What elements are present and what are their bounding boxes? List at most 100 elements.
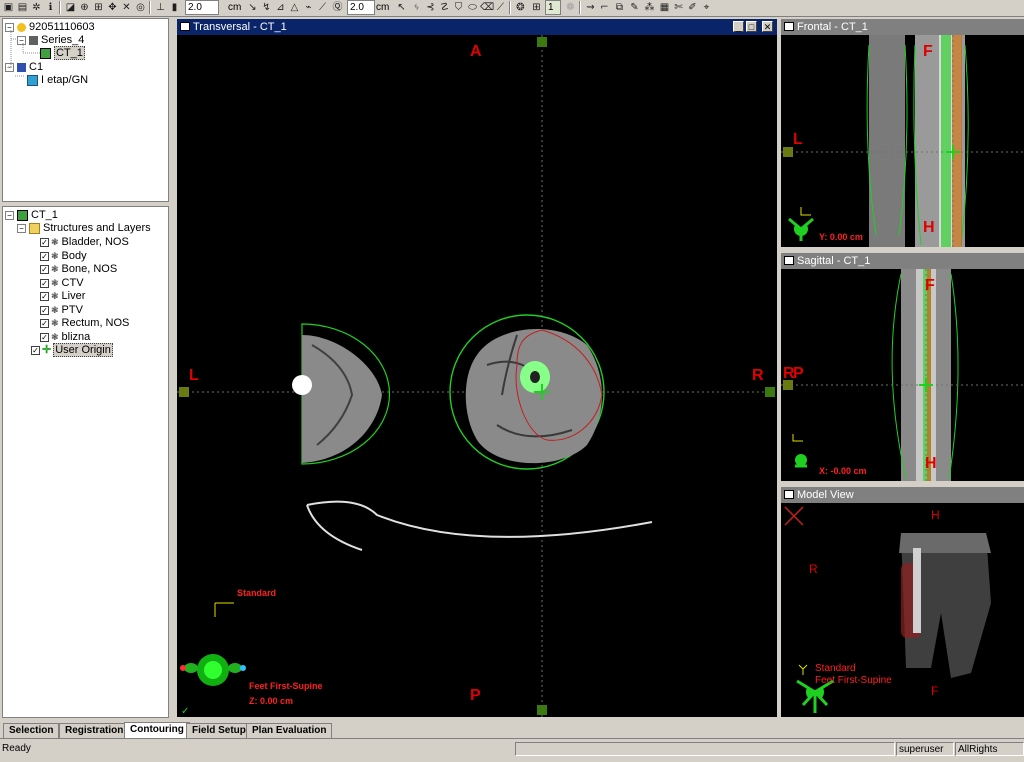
angle-icon[interactable]: ↯	[260, 1, 273, 14]
visibility-checkbox[interactable]: ✓	[40, 292, 49, 301]
model-view-titlebar[interactable]: Model View	[781, 487, 1024, 503]
pen-icon[interactable]: ☡	[438, 1, 451, 14]
tab-plan-evaluation[interactable]: Plan Evaluation	[246, 723, 333, 738]
info-icon[interactable]: ℹ	[44, 1, 57, 14]
crosshair-handle-bottom[interactable]	[537, 705, 547, 715]
tab-registration[interactable]: Registration	[59, 723, 130, 738]
lasso-icon[interactable]: ⬭	[466, 1, 479, 14]
brush-icon[interactable]: ⊰	[424, 1, 437, 14]
save-icon[interactable]: ▣	[2, 1, 15, 14]
visibility-checkbox[interactable]: ✓	[40, 238, 49, 247]
maximize-button[interactable]: □	[746, 21, 757, 32]
frontal-image	[781, 35, 1024, 247]
status-rights: AllRights	[955, 742, 1024, 756]
anterior-label: A	[470, 43, 482, 60]
visibility-checkbox[interactable]: ✓	[40, 319, 49, 328]
tree-lines	[7, 30, 40, 77]
disabled-tool-icon[interactable]: ❁	[564, 1, 577, 14]
structure-icon: ❃	[51, 291, 59, 301]
delta-icon[interactable]: △	[288, 1, 301, 14]
zoom-icon[interactable]: ⊕	[78, 1, 91, 14]
crosshair-handle-right[interactable]	[765, 387, 775, 397]
left-label: L	[189, 367, 199, 384]
y-coordinate-label: Y: 0.00 cm	[819, 232, 863, 242]
transversal-titlebar[interactable]: Transversal - CT_1 _ □ ✕	[177, 19, 777, 35]
margin-field[interactable]: 2.0	[347, 0, 375, 15]
shield-icon[interactable]: ⛉	[452, 1, 465, 14]
bracket-icon[interactable]: ⌐	[598, 1, 611, 14]
collapse-icon[interactable]: −	[17, 224, 26, 233]
structure-item[interactable]: ✓ ❃ CTV	[40, 277, 84, 290]
structure-item[interactable]: ✓ ❃ Bone, NOS	[40, 263, 117, 276]
minimize-button[interactable]: _	[733, 21, 744, 32]
visibility-checkbox[interactable]: ✓	[40, 305, 49, 315]
structure-icon: ❃	[51, 331, 59, 342]
wand-icon[interactable]: ⁂	[643, 1, 656, 14]
model-bottom-label: F	[931, 684, 939, 698]
chain-icon[interactable]: ⌁	[302, 1, 315, 14]
sagittal-viewport[interactable]: F H R P X: -0.00 cm	[781, 269, 1024, 481]
transversal-viewport[interactable]: ✓ A P L R Standard Feet First-Supine Z: …	[177, 35, 777, 717]
window-icon	[180, 22, 190, 31]
structure-item[interactable]: ✓ ❃ Body	[40, 250, 87, 263]
slice-icon[interactable]: ▮	[168, 1, 181, 14]
posterior-label: P	[470, 687, 481, 704]
scissors-icon[interactable]: ✄	[672, 1, 685, 14]
visibility-checkbox[interactable]: ✓	[31, 346, 40, 355]
structure-item[interactable]: ✓ ❃ PTV	[40, 304, 83, 317]
circle-q-icon[interactable]: Ⓠ	[331, 1, 344, 14]
sagittal-image	[781, 269, 1024, 481]
paint-icon[interactable]: ✎	[628, 1, 641, 14]
crosshair-handle-left[interactable]	[179, 387, 189, 397]
tab-field-setup[interactable]: Field Setup	[186, 723, 252, 738]
structure-item[interactable]: ✓ ❃ Bladder, NOS	[40, 236, 129, 249]
counter-field[interactable]: 1	[545, 0, 561, 15]
visibility-checkbox[interactable]: ✓	[40, 265, 49, 274]
frontal-viewport[interactable]: F H L Y: 0.00 cm	[781, 35, 1024, 247]
folder-icon	[29, 223, 40, 234]
visibility-checkbox[interactable]: ✓	[40, 332, 49, 342]
structure-icon: ❃	[51, 318, 59, 328]
window-icon	[784, 256, 794, 265]
mesh-icon[interactable]: ▦	[658, 1, 671, 14]
structure-item[interactable]: ✓ ❃ Liver	[40, 290, 85, 303]
pan-icon[interactable]: ✥	[106, 1, 119, 14]
line-icon[interactable]: ⟋	[316, 1, 329, 14]
slice-thickness-field[interactable]: 2.0	[185, 0, 219, 15]
angle2-icon[interactable]: ⊿	[274, 1, 287, 14]
close-button[interactable]: ✕	[762, 21, 773, 32]
ruler-icon[interactable]: ⊥	[154, 1, 167, 14]
window-level-icon[interactable]: ◪	[64, 1, 77, 14]
settings-icon[interactable]: ✲	[30, 1, 43, 14]
pencil-icon[interactable]: ✐	[686, 1, 699, 14]
crosshair-handle-top[interactable]	[537, 37, 547, 47]
eraser-icon[interactable]: ⌫	[480, 1, 494, 14]
measure-icon[interactable]: ↘	[246, 1, 259, 14]
tab-selection[interactable]: Selection	[3, 723, 60, 738]
contour-tool-icon[interactable]: ❂	[514, 1, 527, 14]
zoom-in-icon[interactable]: ⊞	[92, 1, 105, 14]
fill-icon[interactable]: ⟋	[494, 1, 507, 14]
visibility-checkbox[interactable]: ✓	[40, 251, 49, 261]
tab-contouring[interactable]: Contouring	[124, 722, 190, 739]
tree-item-ct[interactable]: − CT_1	[5, 209, 58, 222]
visibility-checkbox[interactable]: ✓	[40, 278, 49, 288]
structure-item[interactable]: ✓ ❃ Rectum, NOS	[40, 317, 129, 330]
print-icon[interactable]: ▤	[16, 1, 29, 14]
tree-item-structures-group[interactable]: − Structures and Layers	[17, 222, 151, 235]
grid-icon[interactable]: ⊞	[530, 1, 543, 14]
clean-icon[interactable]: ⌖	[700, 1, 713, 14]
model-view-viewport[interactable]: H R F Standard Feet First-Supine	[781, 503, 1024, 717]
rotate-icon[interactable]: ✕	[120, 1, 133, 14]
copy-icon[interactable]: ⧉	[613, 1, 626, 14]
sagittal-titlebar[interactable]: Sagittal - CT_1	[781, 253, 1024, 269]
collapse-icon[interactable]: −	[5, 211, 14, 220]
target-icon[interactable]: ◎	[134, 1, 147, 14]
frontal-titlebar[interactable]: Frontal - CT_1	[781, 19, 1024, 35]
draw-icon[interactable]: ᛃ	[410, 1, 423, 14]
arrow-tool-icon[interactable]: ⇝	[584, 1, 597, 14]
pointer-icon[interactable]: ↖	[395, 1, 408, 14]
structure-tree-panel: − CT_1 − Structures and Layers ✓ ❃ Bladder, …	[2, 206, 169, 718]
tree-item-user-origin[interactable]: ✓ ✛ User Origin	[31, 343, 113, 357]
structure-item[interactable]: ✓ ❃ blizna	[40, 331, 90, 344]
